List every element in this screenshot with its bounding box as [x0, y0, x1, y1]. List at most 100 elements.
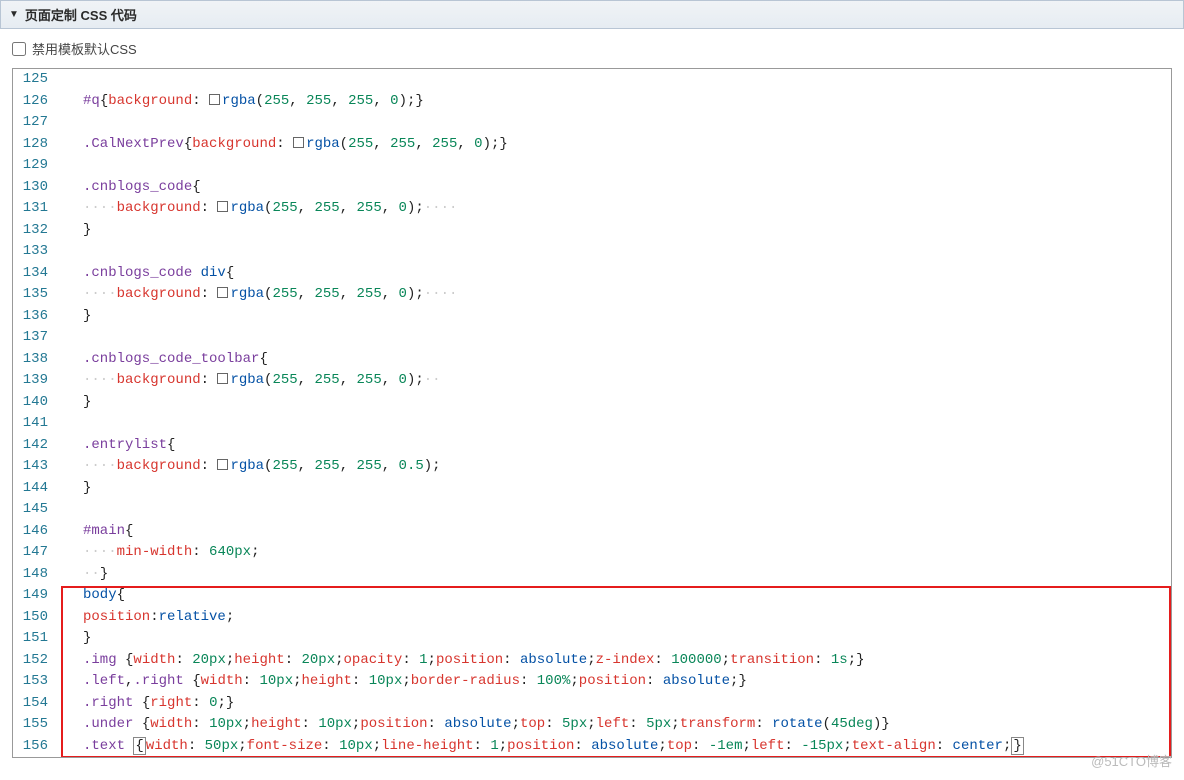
code-token: : — [654, 652, 671, 668]
code-line[interactable]: 155.under {width: 10px;height: 10px;posi… — [13, 714, 1171, 736]
code-line[interactable]: 137 — [13, 327, 1171, 349]
code-line[interactable]: 152.img {width: 20px;height: 20px;opacit… — [13, 650, 1171, 672]
code-text[interactable]: #q{background: rgba(255, 255, 255, 0);} — [59, 91, 1171, 113]
code-text[interactable]: ··} — [59, 564, 1171, 586]
code-line[interactable]: 136} — [13, 306, 1171, 328]
code-token: ; — [293, 673, 301, 689]
code-line[interactable]: 150position:relative; — [13, 607, 1171, 629]
code-token: ; — [570, 673, 578, 689]
code-token: rotate — [772, 716, 822, 732]
code-token: ; — [658, 738, 666, 754]
code-line[interactable]: 144} — [13, 478, 1171, 500]
code-text[interactable]: .cnblogs_code{ — [59, 177, 1171, 199]
line-number: 146 — [13, 521, 59, 543]
code-text[interactable]: } — [59, 628, 1171, 650]
code-token: { — [133, 716, 150, 732]
code-line[interactable]: 135····background: rgba(255, 255, 255, 0… — [13, 284, 1171, 306]
code-token: background — [117, 372, 201, 388]
code-token: ; — [243, 716, 251, 732]
code-line[interactable]: 127 — [13, 112, 1171, 134]
code-line[interactable]: 149body{ — [13, 585, 1171, 607]
code-token: , — [340, 286, 357, 302]
code-line[interactable]: 131····background: rgba(255, 255, 255, 0… — [13, 198, 1171, 220]
code-token: 255 — [272, 372, 297, 388]
code-text[interactable]: body{ — [59, 585, 1171, 607]
code-line[interactable]: 138.cnblogs_code_toolbar{ — [13, 349, 1171, 371]
code-token: z-index — [596, 652, 655, 668]
code-token: 640px — [209, 544, 251, 560]
code-token: : — [692, 738, 709, 754]
code-line[interactable]: 140} — [13, 392, 1171, 414]
code-token: position — [579, 673, 646, 689]
code-text[interactable]: .under {width: 10px;height: 10px;positio… — [59, 714, 1171, 736]
code-text[interactable]: .img {width: 20px;height: 20px;opacity: … — [59, 650, 1171, 672]
code-line[interactable]: 154.right {right: 0;} — [13, 693, 1171, 715]
code-line[interactable]: 156.text {width: 50px;font-size: 10px;li… — [13, 736, 1171, 758]
line-number: 138 — [13, 349, 59, 371]
code-token: min-width — [117, 544, 193, 560]
code-text[interactable]: .text {width: 50px;font-size: 10px;line-… — [59, 736, 1171, 758]
code-text[interactable]: ····background: rgba(255, 255, 255, 0);·… — [59, 284, 1171, 306]
panel-header[interactable]: ▼ 页面定制 CSS 代码 — [0, 0, 1184, 29]
code-text[interactable]: } — [59, 392, 1171, 414]
code-line[interactable]: 128.CalNextPrev{background: rgba(255, 25… — [13, 134, 1171, 156]
code-line[interactable]: 148··} — [13, 564, 1171, 586]
code-text[interactable]: ····min-width: 640px; — [59, 542, 1171, 564]
code-line[interactable]: 143····background: rgba(255, 255, 255, 0… — [13, 456, 1171, 478]
code-text[interactable]: .CalNextPrev{background: rgba(255, 255, … — [59, 134, 1171, 156]
code-text[interactable]: ····background: rgba(255, 255, 255, 0);·… — [59, 370, 1171, 392]
code-line[interactable]: 151} — [13, 628, 1171, 650]
code-token: background — [117, 458, 201, 474]
whitespace-indicator: ···· — [83, 200, 117, 216]
code-token: center — [953, 738, 1003, 754]
code-token: { — [184, 673, 201, 689]
code-line[interactable]: 153.left,.right {width: 10px;height: 10p… — [13, 671, 1171, 693]
code-text[interactable]: } — [59, 478, 1171, 500]
code-line[interactable]: 125 — [13, 69, 1171, 91]
code-token: : — [188, 738, 205, 754]
code-line[interactable]: 147····min-width: 640px; — [13, 542, 1171, 564]
code-token: 0 — [390, 93, 398, 109]
code-text[interactable]: } — [59, 220, 1171, 242]
color-swatch-icon — [293, 137, 304, 148]
code-token: ; — [251, 544, 259, 560]
code-token: border-radius — [411, 673, 520, 689]
code-token: : — [201, 286, 218, 302]
code-token: 255 — [314, 286, 339, 302]
code-token: , — [340, 372, 357, 388]
code-line[interactable]: 142.entrylist{ — [13, 435, 1171, 457]
code-text[interactable]: .right {right: 0;} — [59, 693, 1171, 715]
code-line[interactable]: 145 — [13, 499, 1171, 521]
code-token: : — [629, 716, 646, 732]
code-token: div — [201, 265, 226, 281]
code-line[interactable]: 139····background: rgba(255, 255, 255, 0… — [13, 370, 1171, 392]
code-line[interactable]: 146#main{ — [13, 521, 1171, 543]
code-token: rgba — [230, 286, 264, 302]
code-token: ; — [402, 673, 410, 689]
code-token: : — [322, 738, 339, 754]
code-text[interactable]: } — [59, 306, 1171, 328]
code-text[interactable]: .cnblogs_code_toolbar{ — [59, 349, 1171, 371]
disable-default-css-checkbox[interactable] — [12, 42, 26, 56]
code-line[interactable]: 126#q{background: rgba(255, 255, 255, 0)… — [13, 91, 1171, 113]
css-code-editor[interactable]: 125126#q{background: rgba(255, 255, 255,… — [12, 68, 1172, 758]
line-number: 142 — [13, 435, 59, 457]
code-token: 255 — [314, 200, 339, 216]
code-token: background — [108, 93, 192, 109]
code-line[interactable]: 130.cnblogs_code{ — [13, 177, 1171, 199]
code-line[interactable]: 133 — [13, 241, 1171, 263]
code-line[interactable]: 132} — [13, 220, 1171, 242]
code-line[interactable]: 129 — [13, 155, 1171, 177]
code-text[interactable]: .entrylist{ — [59, 435, 1171, 457]
code-token: : — [402, 652, 419, 668]
code-text[interactable]: ····background: rgba(255, 255, 255, 0.5)… — [59, 456, 1171, 478]
code-line[interactable]: 141 — [13, 413, 1171, 435]
code-token: absolute — [520, 652, 587, 668]
code-text[interactable]: position:relative; — [59, 607, 1171, 629]
code-line[interactable]: 134.cnblogs_code div{ — [13, 263, 1171, 285]
code-text[interactable]: .cnblogs_code div{ — [59, 263, 1171, 285]
code-text[interactable]: ····background: rgba(255, 255, 255, 0);·… — [59, 198, 1171, 220]
code-text[interactable]: #main{ — [59, 521, 1171, 543]
code-token: absolute — [444, 716, 511, 732]
code-text[interactable]: .left,.right {width: 10px;height: 10px;b… — [59, 671, 1171, 693]
